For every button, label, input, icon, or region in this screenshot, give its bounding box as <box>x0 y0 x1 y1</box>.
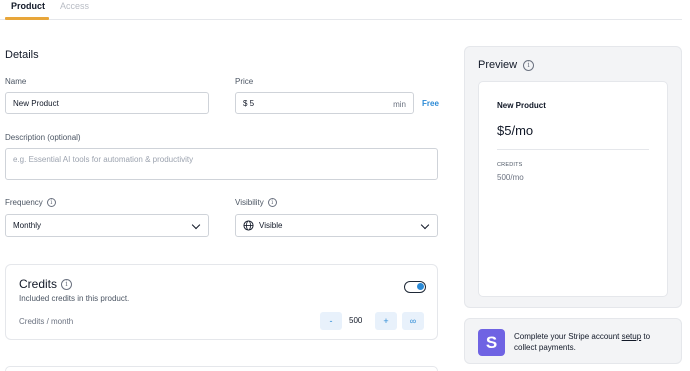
frequency-value: Monthly <box>13 221 42 230</box>
info-icon[interactable]: i <box>523 59 535 71</box>
price-value: $ 5 <box>243 98 255 108</box>
tab-bar: Product Access <box>0 0 682 20</box>
frequency-select[interactable]: Monthly <box>5 214 209 237</box>
credits-toggle[interactable] <box>404 281 426 293</box>
preview-price: $5/mo <box>497 123 534 138</box>
visibility-label-text: Visibility <box>235 198 264 207</box>
visibility-label: Visibility i <box>235 198 277 208</box>
description-label: Description (optional) <box>5 133 81 142</box>
price-suffix: min <box>393 100 406 109</box>
visibility-select[interactable]: Visible <box>235 214 438 237</box>
credits-card: Credits i Included credits in this produc… <box>5 264 438 340</box>
stripe-logo-icon: S <box>478 329 505 356</box>
tab-access[interactable]: Access <box>60 1 89 11</box>
globe-icon <box>243 220 254 231</box>
toggle-knob <box>417 283 424 290</box>
credits-heading: Credits i <box>19 277 73 291</box>
increment-button[interactable]: + <box>375 312 397 330</box>
frequency-label-text: Frequency <box>5 198 43 207</box>
chevron-down-icon <box>191 220 201 230</box>
preview-panel: Preview i New Product $5/mo CREDITS 500/m… <box>464 46 682 308</box>
preview-credits-value: 500/mo <box>497 173 524 182</box>
info-icon[interactable]: i <box>46 198 56 208</box>
visibility-value: Visible <box>259 221 283 230</box>
frequency-label: Frequency i <box>5 198 56 208</box>
free-link[interactable]: Free <box>422 99 439 108</box>
tab-product[interactable]: Product <box>11 1 45 11</box>
chevron-down-icon <box>420 220 430 230</box>
stripe-text-before: Complete your Stripe account <box>514 332 622 341</box>
description-placeholder: e.g. Essential AI tools for automation &… <box>13 155 194 164</box>
credits-subtitle: Included credits in this product. <box>19 294 130 303</box>
stripe-setup-link[interactable]: setup <box>622 332 642 341</box>
info-icon[interactable]: i <box>61 279 73 291</box>
active-tab-indicator <box>5 17 49 20</box>
price-field[interactable]: $ 5 min <box>235 92 414 114</box>
credits-value[interactable]: 500 <box>349 316 362 325</box>
description-field[interactable]: e.g. Essential AI tools for automation &… <box>5 148 438 180</box>
stripe-message: Complete your Stripe account setup to co… <box>514 331 664 353</box>
preview-heading: Preview i <box>478 59 535 71</box>
name-value: New Product <box>13 98 59 108</box>
price-label: Price <box>235 77 254 86</box>
decrement-button[interactable]: - <box>320 312 342 330</box>
preview-card: New Product $5/mo CREDITS 500/mo <box>478 81 668 297</box>
infinite-button[interactable]: ∞ <box>402 312 424 330</box>
next-section-card <box>5 366 438 371</box>
preview-credits-label: CREDITS <box>497 162 523 168</box>
stripe-notice: S Complete your Stripe account setup to … <box>464 318 682 364</box>
credits-title-text: Credits <box>19 277 58 291</box>
preview-title-text: Preview <box>478 59 518 71</box>
details-heading: Details <box>5 49 39 61</box>
preview-product-name: New Product <box>497 101 546 110</box>
info-icon[interactable]: i <box>267 198 277 208</box>
divider <box>497 149 649 150</box>
credits-per-month-label: Credits / month <box>19 317 74 326</box>
name-field[interactable]: New Product <box>5 92 209 114</box>
name-label: Name <box>5 77 27 86</box>
